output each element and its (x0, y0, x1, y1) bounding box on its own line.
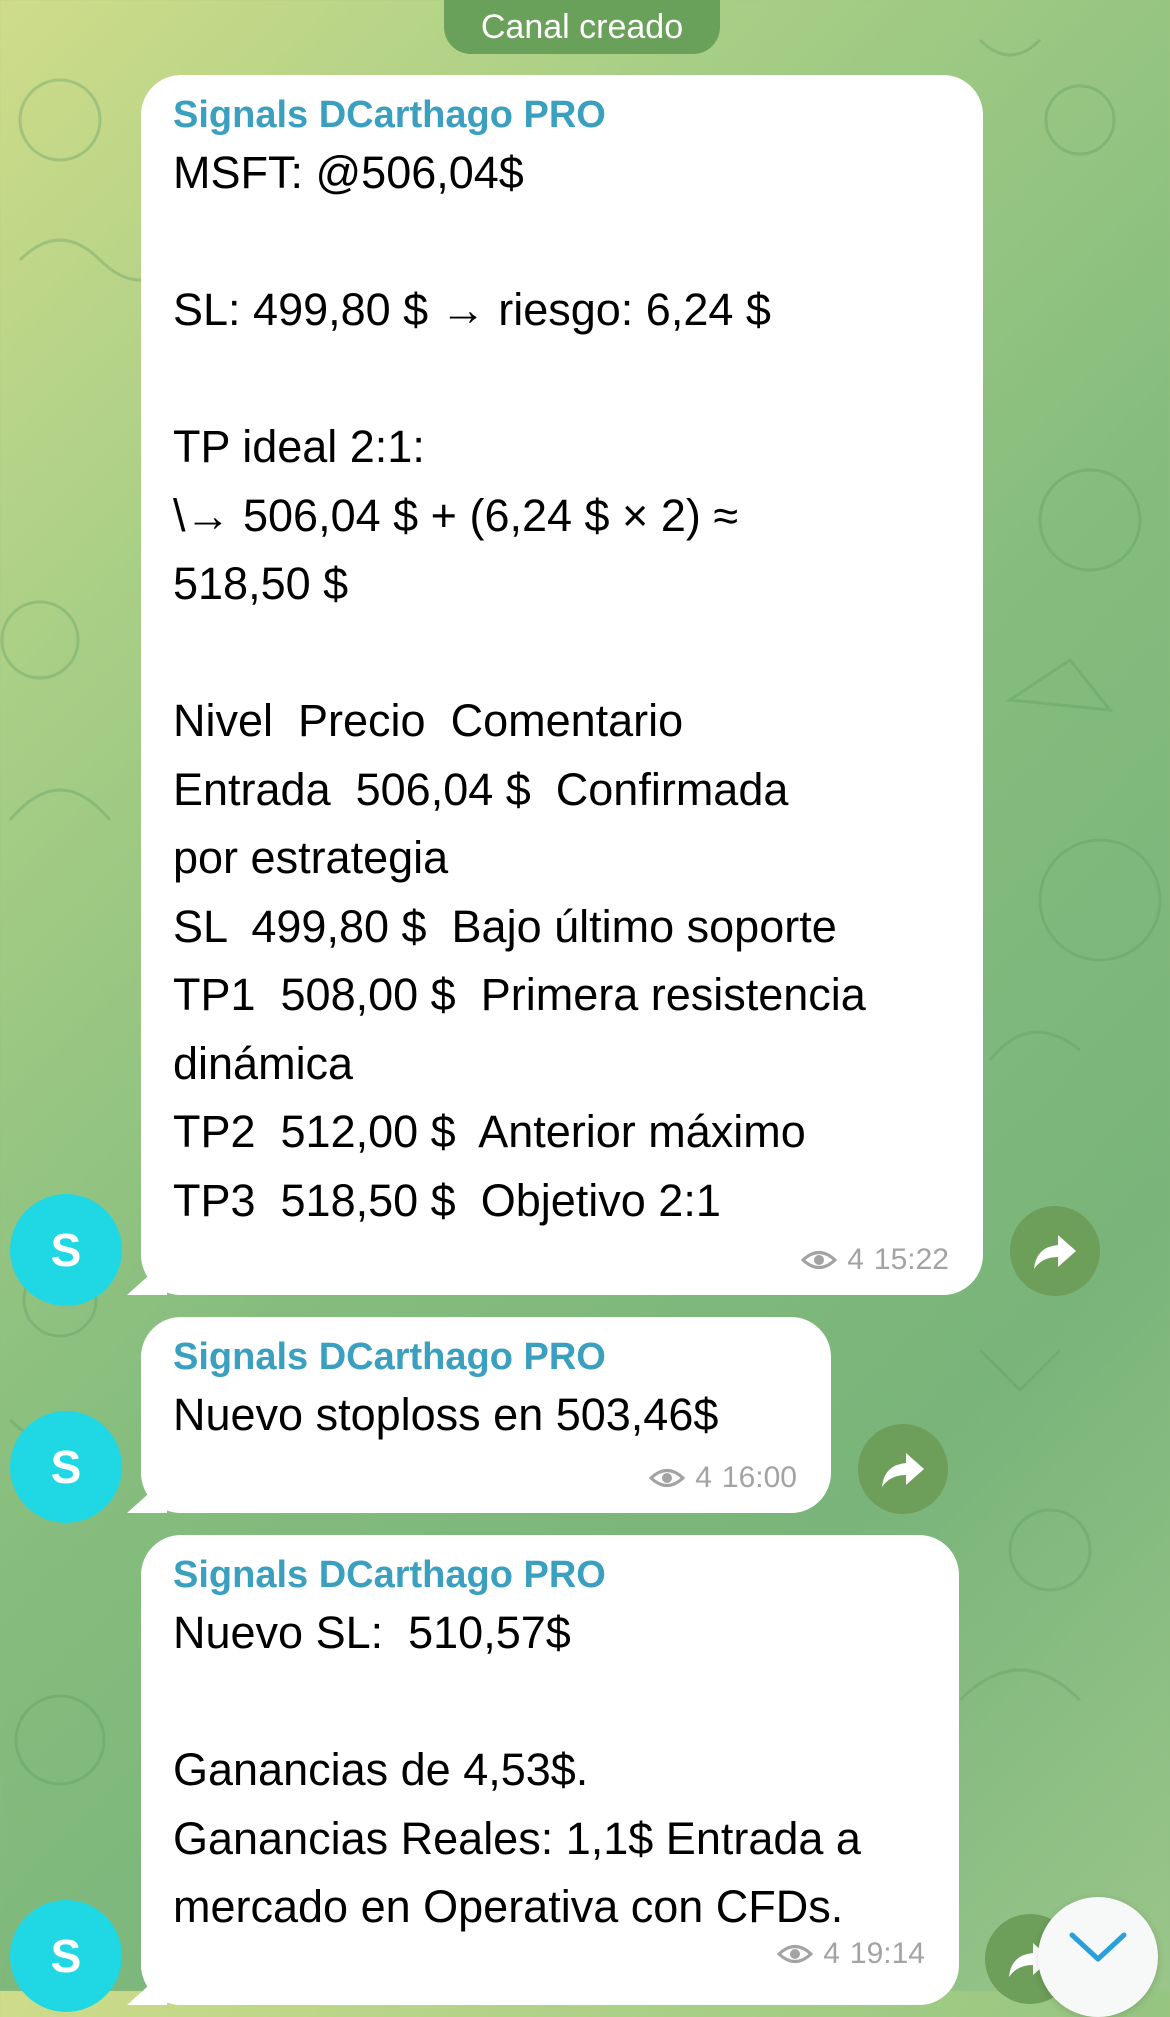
share-arrow-icon (882, 1453, 924, 1487)
message-time: 19:14 (849, 1937, 925, 1970)
message-text: MSFT: @506,04$ SL: 499,80 $ → riesgo: 6,… (173, 147, 866, 1226)
share-button[interactable] (858, 1424, 948, 1514)
avatar-letter: S (50, 1224, 82, 1276)
share-arrow-icon (1034, 1235, 1076, 1269)
message-text: Nuevo stoploss en 503,46$ (173, 1389, 719, 1440)
view-count: 4 (695, 1461, 712, 1494)
share-button[interactable] (1010, 1206, 1100, 1296)
message-bubble[interactable]: Signals DCarthago PRO Nuevo SL: 510,57$ … (127, 1535, 959, 2005)
message-text: Nuevo SL: 510,57$ Ganancias de 4,53$. Ga… (173, 1607, 861, 1932)
eye-icon (777, 1945, 814, 1963)
message-bubble[interactable]: Signals DCarthago PRO Nuevo stoploss en … (127, 1317, 831, 1513)
message-time: 16:00 (721, 1461, 797, 1494)
service-message-pill: Canal creado (444, 0, 720, 54)
message-time: 15:22 (873, 1243, 949, 1276)
channel-avatar[interactable]: S (10, 1194, 122, 1306)
bubble-tail (127, 1477, 167, 1513)
message-meta: 4 19:14 (777, 1937, 925, 1971)
avatar-letter: S (50, 1930, 82, 1982)
bubble-tail (127, 1259, 167, 1295)
view-count: 4 (847, 1243, 864, 1276)
avatar-letter: S (50, 1441, 82, 1493)
message-meta: 4 15:22 (801, 1243, 949, 1277)
chevron-down-icon (1069, 1932, 1127, 1962)
bubble-tail (127, 1969, 167, 2005)
eye-icon (801, 1251, 838, 1269)
message-sender[interactable]: Signals DCarthago PRO (173, 1333, 797, 1381)
message-meta: 4 16:00 (649, 1461, 797, 1495)
view-count: 4 (823, 1937, 840, 1970)
channel-avatar[interactable]: S (10, 1411, 122, 1523)
eye-icon (649, 1469, 686, 1487)
message-bubble[interactable]: Signals DCarthago PRO MSFT: @506,04$ SL:… (127, 75, 983, 1295)
channel-avatar[interactable]: S (10, 1900, 122, 2012)
message-sender[interactable]: Signals DCarthago PRO (173, 1551, 925, 1599)
message-sender[interactable]: Signals DCarthago PRO (173, 91, 949, 139)
scroll-down-button[interactable] (1038, 1897, 1158, 2017)
